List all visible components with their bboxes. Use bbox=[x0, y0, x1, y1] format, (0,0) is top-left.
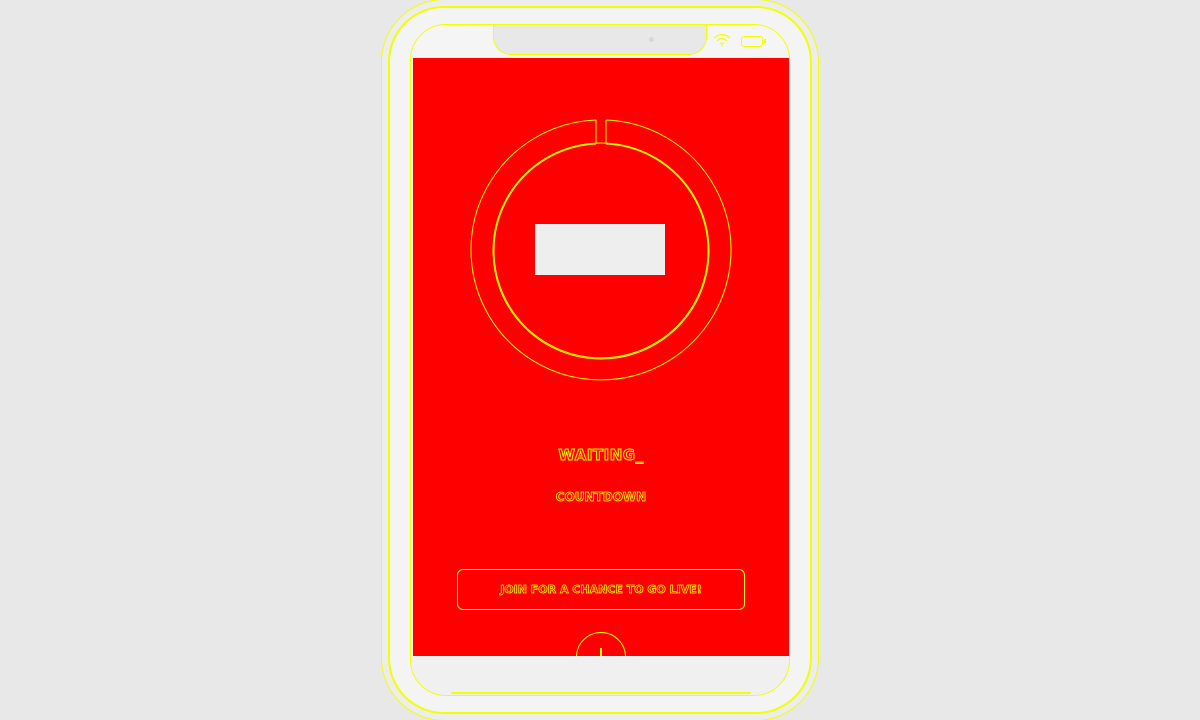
status-title: WAITING_ bbox=[558, 446, 644, 465]
power-button bbox=[814, 200, 820, 298]
join-live-button[interactable]: JOIN FOR A CHANCE TO GO LIVE! bbox=[457, 569, 745, 610]
countdown-label: COUNTDOWN bbox=[555, 490, 647, 505]
volume-up-button bbox=[381, 160, 387, 242]
battery-icon bbox=[741, 36, 766, 47]
wifi-icon bbox=[713, 33, 731, 47]
countdown-display bbox=[535, 224, 665, 275]
bottom-bar bbox=[411, 656, 789, 695]
mute-switch bbox=[381, 118, 387, 148]
notch bbox=[493, 25, 707, 55]
stage: WAITING_ COUNTDOWN JOIN FOR A CHANCE TO … bbox=[0, 0, 1200, 720]
countdown-ring-gap-edge bbox=[595, 120, 607, 144]
camera-dot bbox=[649, 37, 654, 42]
volume-down-button bbox=[381, 255, 387, 317]
status-bar bbox=[411, 25, 789, 58]
phone-screen: WAITING_ COUNTDOWN JOIN FOR A CHANCE TO … bbox=[410, 24, 790, 696]
home-indicator[interactable] bbox=[451, 692, 751, 694]
live-waiting-panel: WAITING_ COUNTDOWN JOIN FOR A CHANCE TO … bbox=[413, 58, 789, 682]
